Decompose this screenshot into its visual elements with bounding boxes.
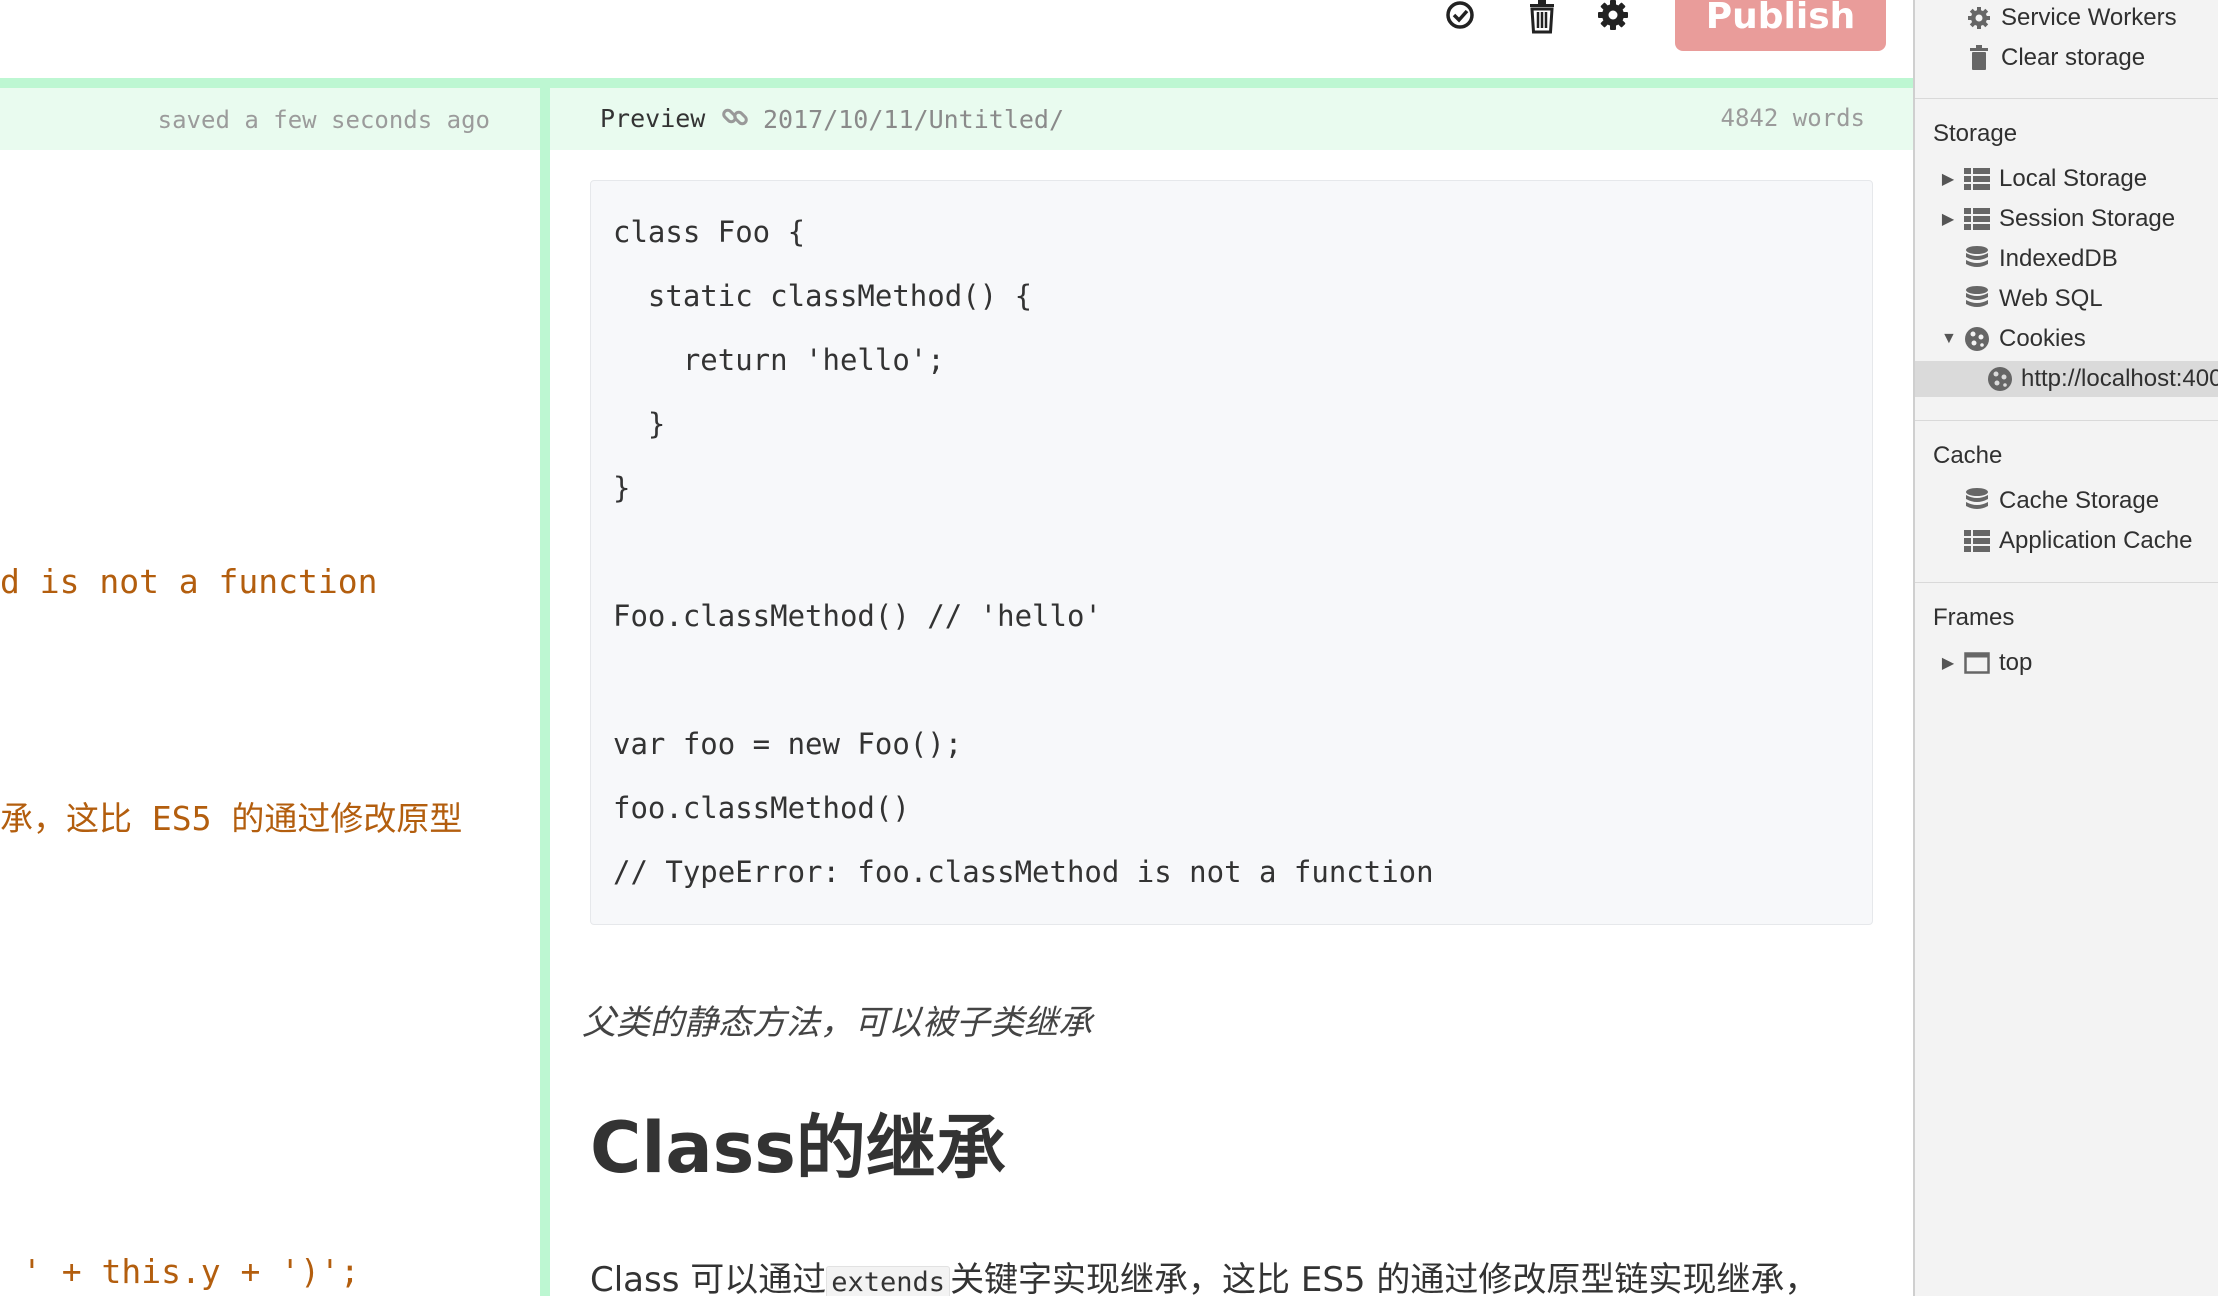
- section-header-frames: Frames: [1933, 604, 2015, 631]
- web-sql-item[interactable]: Web SQL: [1963, 281, 2103, 317]
- clear-storage-item[interactable]: Clear storage: [1965, 40, 2145, 76]
- devtools-application-sidebar: Service Workers Clear storage Storage ▶ …: [1913, 0, 2218, 1296]
- code-line: Foo.classMethod() // 'hello': [613, 599, 1102, 633]
- expand-arrow-icon[interactable]: ▶: [1941, 169, 1955, 189]
- code-block: class Foo { static classMethod() { retur…: [590, 180, 1873, 925]
- grid-icon: [1963, 165, 1991, 193]
- gear-icon: [1965, 4, 1993, 32]
- top-toolbar: Publish: [0, 0, 1913, 80]
- cache-storage-item[interactable]: Cache Storage: [1963, 483, 2159, 519]
- indexeddb-item[interactable]: IndexedDB: [1963, 241, 2118, 277]
- pane-divider[interactable]: [540, 88, 550, 1296]
- separator: [1915, 582, 2218, 583]
- item-label: Service Workers: [2001, 4, 2177, 31]
- trash-icon[interactable]: [1522, 0, 1562, 34]
- item-label: http://localhost:4000: [2021, 365, 2218, 392]
- cookie-icon: [1987, 365, 2013, 393]
- database-icon: [1963, 285, 1991, 313]
- item-label: Clear storage: [2001, 44, 2146, 71]
- section-heading: Class的继承: [590, 1107, 1006, 1189]
- save-status: saved a few seconds ago: [157, 106, 490, 134]
- code-line: }: [613, 407, 666, 441]
- item-label: Web SQL: [1999, 285, 2103, 312]
- database-icon: [1963, 245, 1991, 273]
- grid-icon: [1963, 205, 1991, 233]
- trash-icon: [1965, 44, 1993, 72]
- post-path[interactable]: 2017/10/11/Untitled/: [763, 105, 1064, 134]
- editor-header: saved a few seconds ago: [0, 88, 540, 150]
- separator: [1915, 98, 2218, 99]
- inline-code: extends: [826, 1266, 951, 1296]
- collapse-arrow-icon[interactable]: ▼: [1941, 330, 1957, 348]
- code-line: return 'hello';: [613, 343, 945, 377]
- session-storage-item[interactable]: ▶ Session Storage: [1941, 201, 2175, 237]
- code-line: class Foo {: [613, 215, 806, 249]
- link-icon: [721, 103, 749, 136]
- code-line: }: [613, 471, 631, 505]
- cookies-item[interactable]: ▼ Cookies: [1941, 321, 2086, 357]
- frame-icon: [1963, 649, 1991, 677]
- expand-arrow-icon[interactable]: ▶: [1941, 653, 1955, 673]
- word-count: 4842 words: [1720, 104, 1866, 132]
- cookie-icon: [1963, 325, 1991, 353]
- application-cache-item[interactable]: Application Cache: [1963, 523, 2192, 559]
- preview-pane: class Foo { static classMethod() { retur…: [550, 150, 1913, 1296]
- italic-note: 父类的静态方法，可以被子类继承: [582, 1003, 1092, 1043]
- header-accent-line: [0, 78, 1913, 88]
- section-header-cache: Cache: [1933, 442, 2003, 469]
- service-workers-item[interactable]: Service Workers: [1965, 0, 2177, 36]
- local-storage-item[interactable]: ▶ Local Storage: [1941, 161, 2147, 197]
- markdown-editor[interactable]: d is not a function 承，这比 ES5 的通过修改原型 ' +…: [0, 150, 540, 1296]
- code-line: // TypeError: foo.classMethod is not a f…: [613, 855, 1434, 889]
- paragraph-text: Class 可以通过: [590, 1260, 827, 1296]
- editor-line[interactable]: 承，这比 ES5 的通过修改原型: [0, 792, 462, 840]
- publish-button[interactable]: Publish: [1675, 0, 1886, 51]
- editor-line[interactable]: d is not a function: [0, 562, 378, 601]
- section-header-storage: Storage: [1933, 120, 2018, 147]
- preview-label: Preview: [600, 104, 706, 133]
- preview-header: Preview 2017/10/11/Untitled/ 4842 words: [550, 88, 1913, 150]
- gear-icon[interactable]: [1593, 0, 1633, 34]
- code-line: foo.classMethod(): [613, 791, 910, 825]
- item-label: Application Cache: [1999, 527, 2193, 554]
- item-label: Cookies: [1999, 325, 2086, 352]
- grid-icon: [1963, 527, 1991, 555]
- code-line: var foo = new Foo();: [613, 727, 963, 761]
- item-label: Cache Storage: [1999, 487, 2160, 514]
- item-label: IndexedDB: [1999, 245, 2118, 272]
- paragraph-text: 关键字实现继承，这比 ES5 的通过修改原型链实现继承，: [950, 1260, 1819, 1296]
- item-label: Session Storage: [1999, 205, 2176, 232]
- frame-top-item[interactable]: ▶ top: [1941, 645, 2033, 681]
- separator: [1915, 420, 2218, 421]
- editor-line[interactable]: ' + this.y + ')';: [22, 1252, 360, 1291]
- expand-arrow-icon[interactable]: ▶: [1941, 209, 1955, 229]
- cookie-origin-item[interactable]: http://localhost:4000: [1915, 361, 2218, 397]
- check-circle-icon[interactable]: [1440, 0, 1480, 34]
- item-label: top: [1999, 649, 2033, 676]
- paragraph: Class 可以通过 extends 关键字实现继承，这比 ES5 的通过修改原型链…: [590, 1252, 1818, 1296]
- code-line: static classMethod() {: [613, 279, 1033, 313]
- database-icon: [1963, 487, 1991, 515]
- item-label: Local Storage: [1999, 165, 2148, 192]
